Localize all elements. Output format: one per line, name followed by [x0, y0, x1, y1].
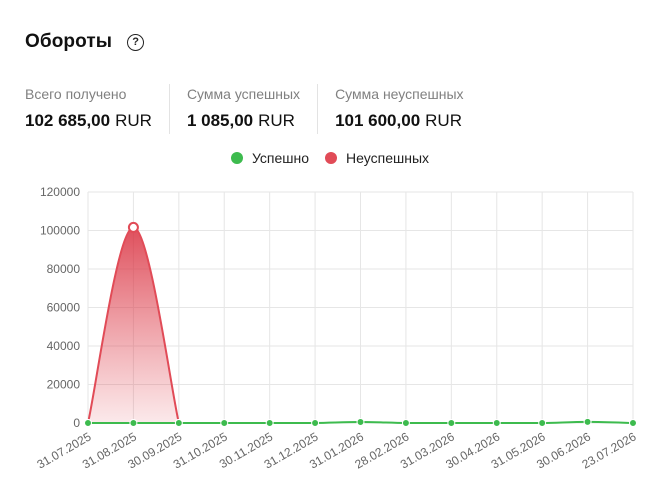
stat-currency: RUR: [258, 111, 295, 130]
data-point-success[interactable]: [629, 419, 637, 427]
data-point-success[interactable]: [447, 419, 456, 427]
data-point-success[interactable]: [538, 419, 547, 427]
chart-legend: Успешно Неуспешных: [0, 150, 660, 166]
legend-label: Успешно: [251, 150, 310, 166]
data-point-success[interactable]: [583, 417, 592, 426]
page-title: Обороты: [25, 31, 113, 52]
data-point-failed[interactable]: [127, 221, 139, 233]
legend-dot-icon: [325, 152, 338, 164]
stat-label: Сумма неуспешных: [335, 86, 464, 102]
legend-item-success[interactable]: Успешно: [230, 150, 310, 166]
card-header: Обороты ?: [25, 31, 145, 53]
stat-amount: 1 085,00: [186, 111, 254, 130]
y-tick-label: 100000: [40, 224, 80, 238]
y-tick-label: 60000: [47, 301, 81, 315]
y-axis: 0 20000 40000 60000 80000 100000 120000: [40, 185, 80, 430]
y-tick-label: 20000: [47, 378, 81, 392]
data-point-success[interactable]: [84, 419, 92, 427]
data-point-success[interactable]: [220, 419, 229, 427]
data-point-success[interactable]: [311, 419, 320, 427]
stat-label: Сумма успешных: [186, 86, 301, 102]
turnover-chart: 0 20000 40000 60000 80000 100000 120000 31.07.…: [34, 185, 638, 472]
stat-successful: Сумма успешных 1 085,00 RUR: [168, 84, 317, 134]
legend-label: Неуспешных: [346, 150, 430, 166]
data-point-success[interactable]: [492, 419, 501, 427]
series-area-failed: [88, 227, 179, 423]
stat-currency: RUR: [115, 111, 152, 130]
question-circle-icon[interactable]: ?: [127, 33, 145, 51]
stat-value: 1 085,00 RUR: [187, 111, 300, 131]
stat-unsuccessful: Сумма неуспешных 101 600,00 RUR: [317, 84, 480, 134]
data-point-success[interactable]: [356, 418, 365, 427]
y-tick-label: 40000: [47, 339, 81, 353]
stat-currency: RUR: [425, 111, 462, 130]
x-axis: 31.07.202531.08.202530.09.202531.10.2025…: [34, 429, 638, 471]
y-tick-label: 120000: [40, 185, 80, 199]
legend-dot-icon: [230, 152, 243, 164]
stat-total: Всего получено 102 685,00 RUR: [25, 84, 169, 134]
stat-amount: 101 600,00: [335, 111, 421, 130]
stat-value: 102 685,00 RUR: [25, 111, 152, 131]
data-point-success[interactable]: [265, 419, 274, 427]
data-point-success[interactable]: [174, 419, 183, 427]
stat-label: Всего получено: [25, 86, 127, 102]
data-point-success[interactable]: [129, 419, 138, 427]
legend-item-failed[interactable]: Неуспешных: [325, 150, 429, 166]
stats-row: Всего получено 102 685,00 RUR Сумма успеш…: [25, 84, 481, 134]
data-point-success[interactable]: [401, 419, 410, 427]
stat-value: 101 600,00 RUR: [335, 111, 463, 131]
y-tick-label: 0: [73, 416, 80, 430]
y-tick-label: 80000: [47, 262, 81, 276]
stat-amount: 102 685,00: [25, 111, 111, 130]
